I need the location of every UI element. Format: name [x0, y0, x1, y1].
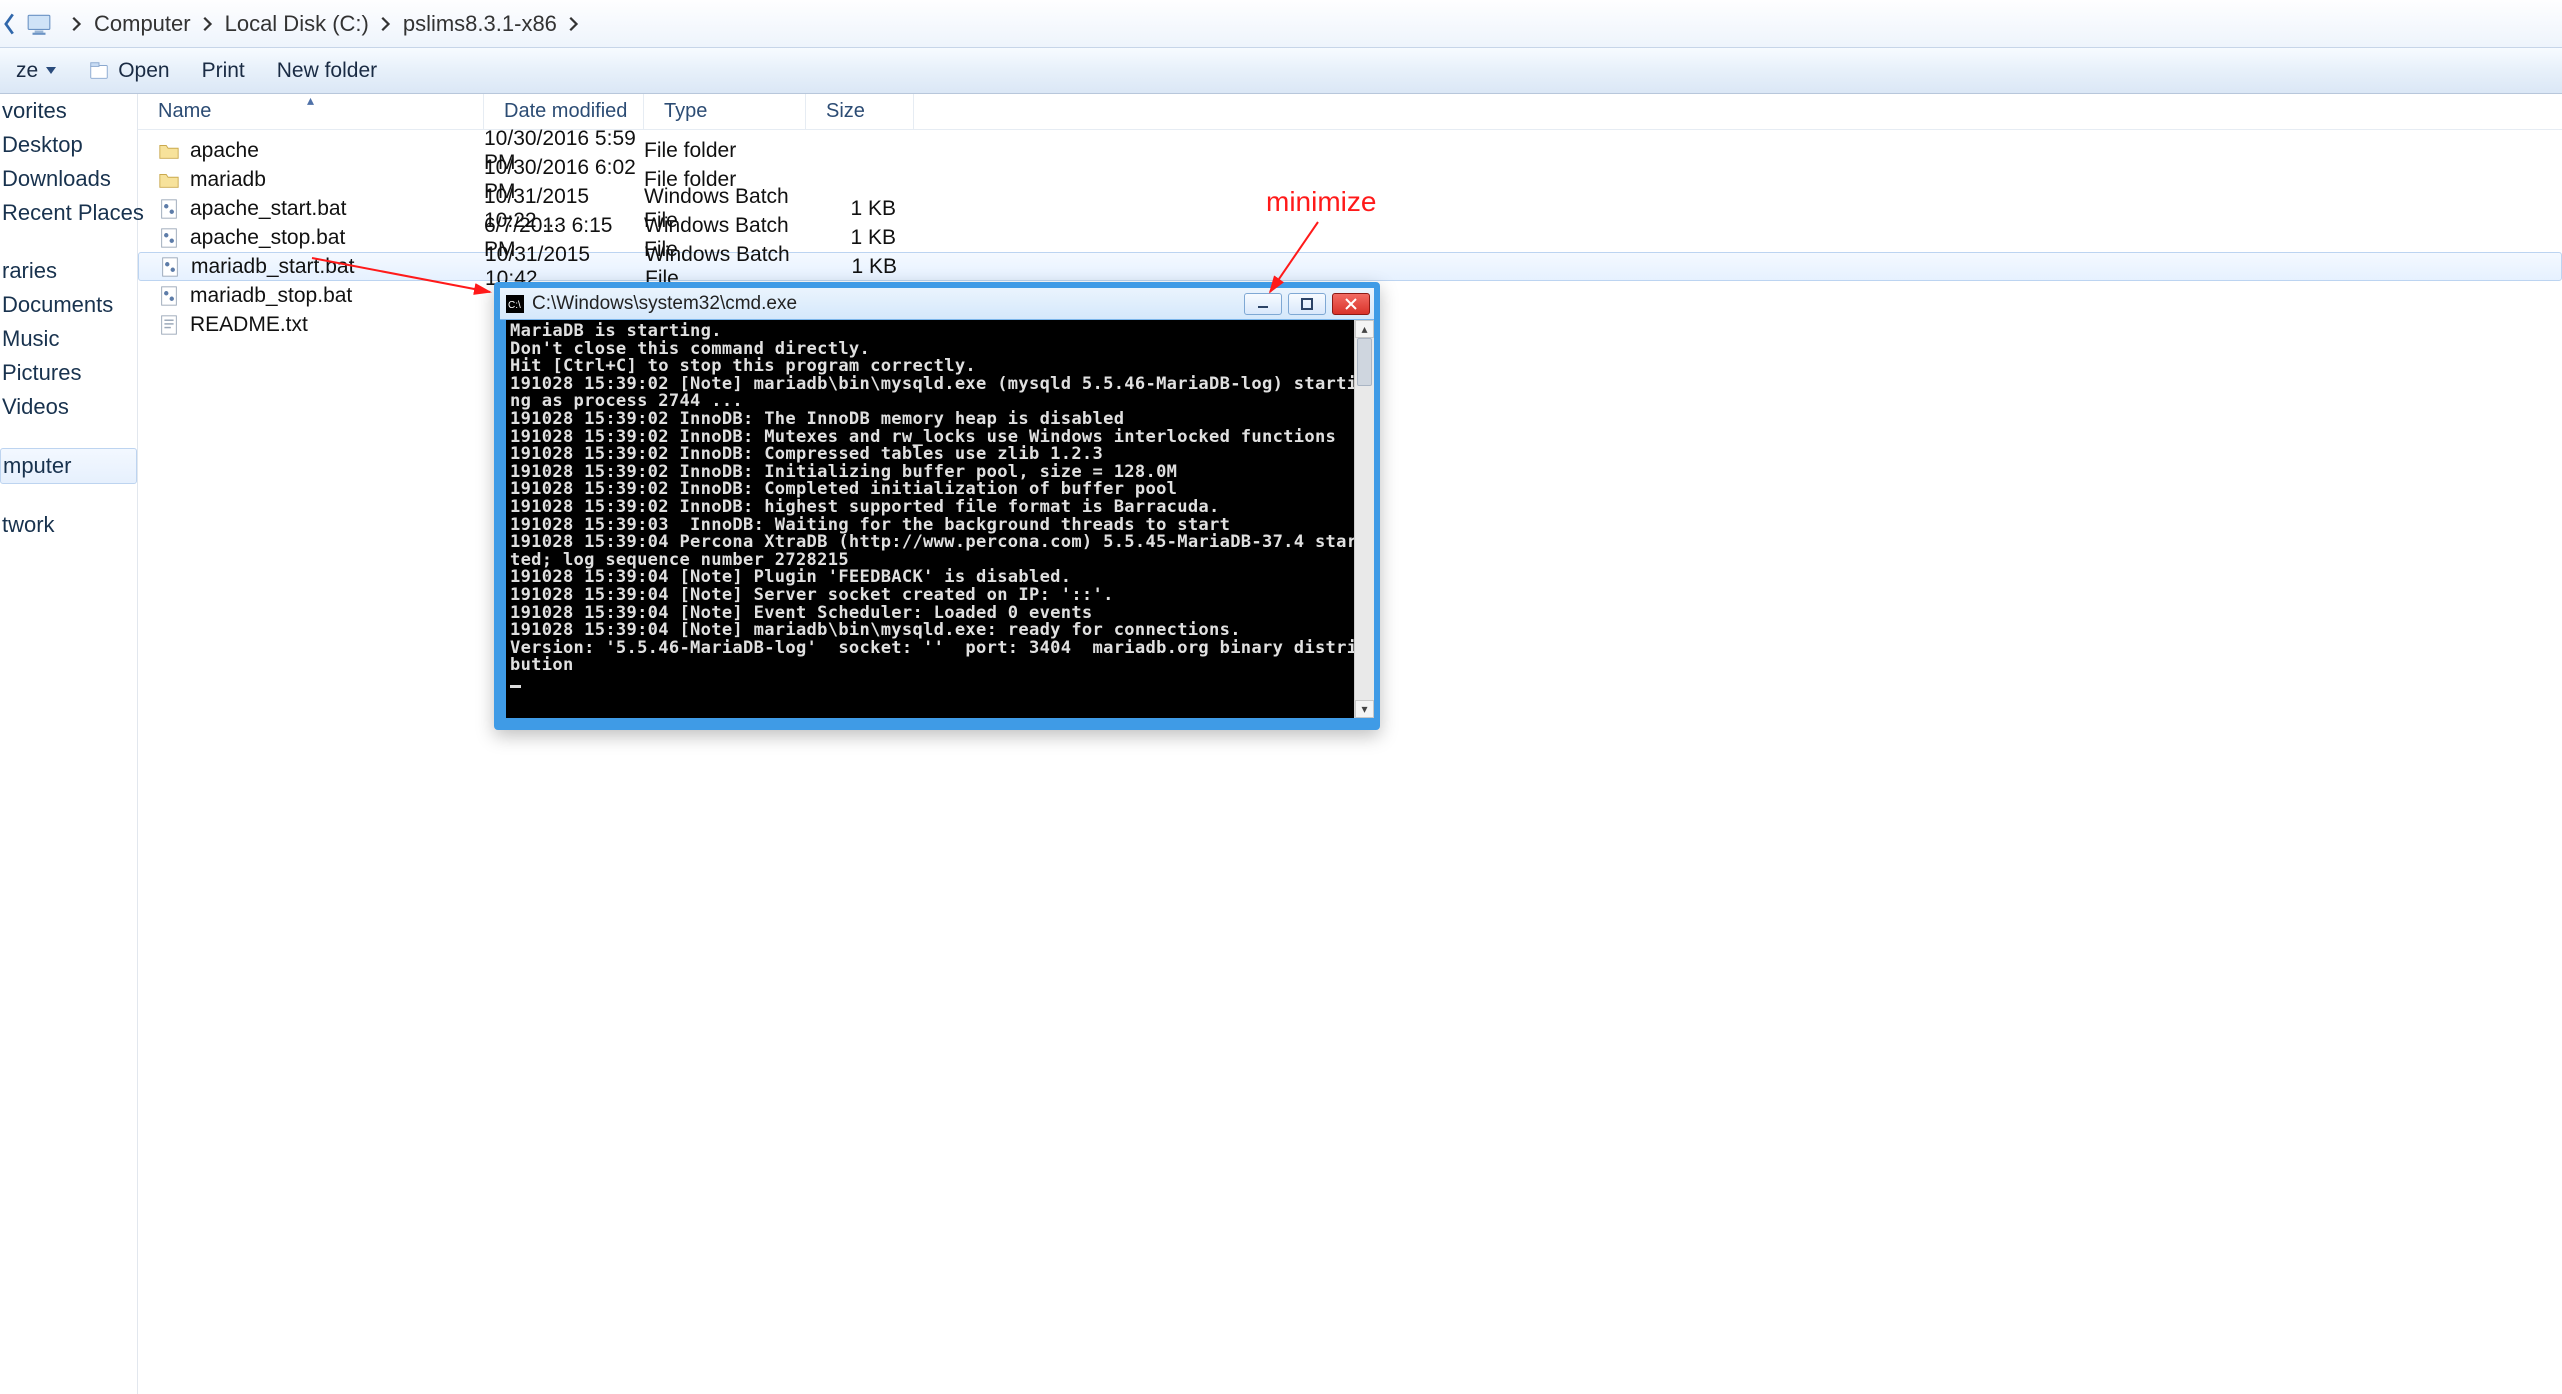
batch-file-icon: [159, 256, 181, 278]
folder-icon: [158, 140, 180, 162]
column-type[interactable]: Type: [644, 94, 806, 129]
organize-label: ze: [16, 59, 38, 83]
close-button[interactable]: [1332, 293, 1370, 315]
computer-icon: [26, 11, 52, 37]
sidebar-item[interactable]: Pictures: [0, 356, 137, 390]
breadcrumb-computer[interactable]: Computer: [92, 7, 193, 41]
text-file-icon: [158, 314, 180, 336]
annotation-label: minimize: [1266, 186, 1376, 218]
cmd-titlebar[interactable]: C:\ C:\Windows\system32\cmd.exe: [500, 288, 1374, 320]
scroll-thumb[interactable]: [1357, 338, 1372, 386]
cmd-title-text: C:\Windows\system32\cmd.exe: [532, 293, 1244, 315]
sidebar-item[interactable]: raries: [0, 254, 137, 288]
cmd-output[interactable]: MariaDB is starting. Don't close this co…: [506, 320, 1368, 718]
sidebar-item[interactable]: Documents: [0, 288, 137, 322]
chevron-right-icon[interactable]: [371, 16, 401, 32]
nav-back-fragment[interactable]: [0, 0, 20, 48]
sidebar-item[interactable]: mputer: [0, 448, 137, 484]
column-size[interactable]: Size: [806, 94, 914, 129]
sidebar-item[interactable]: vorites: [0, 94, 137, 128]
newfolder-label: New folder: [277, 59, 377, 83]
file-row[interactable]: mariadb_start.bat10/31/2015 10:42 ...Win…: [138, 252, 2562, 281]
maximize-button[interactable]: [1288, 293, 1326, 315]
chevron-right-icon[interactable]: [62, 16, 92, 32]
sidebar-item[interactable]: Downloads: [0, 162, 137, 196]
batch-file-icon: [158, 285, 180, 307]
window-buttons: [1244, 293, 1370, 315]
breadcrumb-folder[interactable]: pslims8.3.1-x86: [401, 7, 559, 41]
file-size: 1 KB: [806, 226, 914, 250]
toolbar: ze Open Print New folder: [0, 48, 2562, 94]
file-name: apache_stop.bat: [190, 226, 345, 250]
print-button[interactable]: Print: [186, 53, 261, 89]
batch-file-icon: [158, 227, 180, 249]
scroll-up-icon[interactable]: ▴: [1355, 320, 1374, 338]
file-size: 1 KB: [807, 255, 915, 279]
print-label: Print: [202, 59, 245, 83]
breadcrumb-localdisk[interactable]: Local Disk (C:): [223, 7, 371, 41]
file-name: README.txt: [190, 313, 308, 337]
sidebar-item[interactable]: Music: [0, 322, 137, 356]
file-name: mariadb_stop.bat: [190, 284, 352, 308]
cmd-window[interactable]: C:\ C:\Windows\system32\cmd.exe MariaDB …: [494, 282, 1380, 730]
open-button[interactable]: Open: [72, 53, 185, 89]
file-name: mariadb: [190, 168, 266, 192]
sidebar-item[interactable]: Videos: [0, 390, 137, 424]
cmd-scrollbar[interactable]: ▴ ▾: [1354, 320, 1374, 718]
sidebar-item[interactable]: Desktop: [0, 128, 137, 162]
file-name: mariadb_start.bat: [191, 255, 354, 279]
cursor: [510, 685, 521, 688]
address-bar: Computer Local Disk (C:) pslims8.3.1-x86: [0, 0, 2562, 48]
sidebar: voritesDesktopDownloadsRecent Places rari…: [0, 94, 138, 1394]
minimize-button[interactable]: [1244, 293, 1282, 315]
chevron-right-icon[interactable]: [193, 16, 223, 32]
svg-text:C:\: C:\: [508, 300, 521, 311]
sidebar-item[interactable]: Recent Places: [0, 196, 137, 230]
scroll-down-icon[interactable]: ▾: [1355, 700, 1374, 718]
column-date[interactable]: Date modified: [484, 94, 644, 129]
file-size: 1 KB: [806, 197, 914, 221]
sidebar-item[interactable]: twork: [0, 508, 137, 542]
batch-file-icon: [158, 198, 180, 220]
chevron-down-icon: [46, 67, 56, 74]
sort-ascending-icon: ▴: [307, 92, 314, 109]
column-name[interactable]: ▴ Name: [138, 94, 484, 129]
file-name: apache: [190, 139, 259, 163]
chevron-right-icon[interactable]: [559, 16, 589, 32]
organize-button[interactable]: ze: [0, 53, 72, 89]
open-label: Open: [118, 59, 169, 83]
file-type: File folder: [644, 139, 806, 163]
file-name: apache_start.bat: [190, 197, 346, 221]
newfolder-button[interactable]: New folder: [261, 53, 393, 89]
open-icon: [88, 60, 110, 82]
cmd-icon: C:\: [506, 295, 524, 313]
folder-icon: [158, 169, 180, 191]
column-header-row: ▴ Name Date modified Type Size: [138, 94, 2562, 130]
